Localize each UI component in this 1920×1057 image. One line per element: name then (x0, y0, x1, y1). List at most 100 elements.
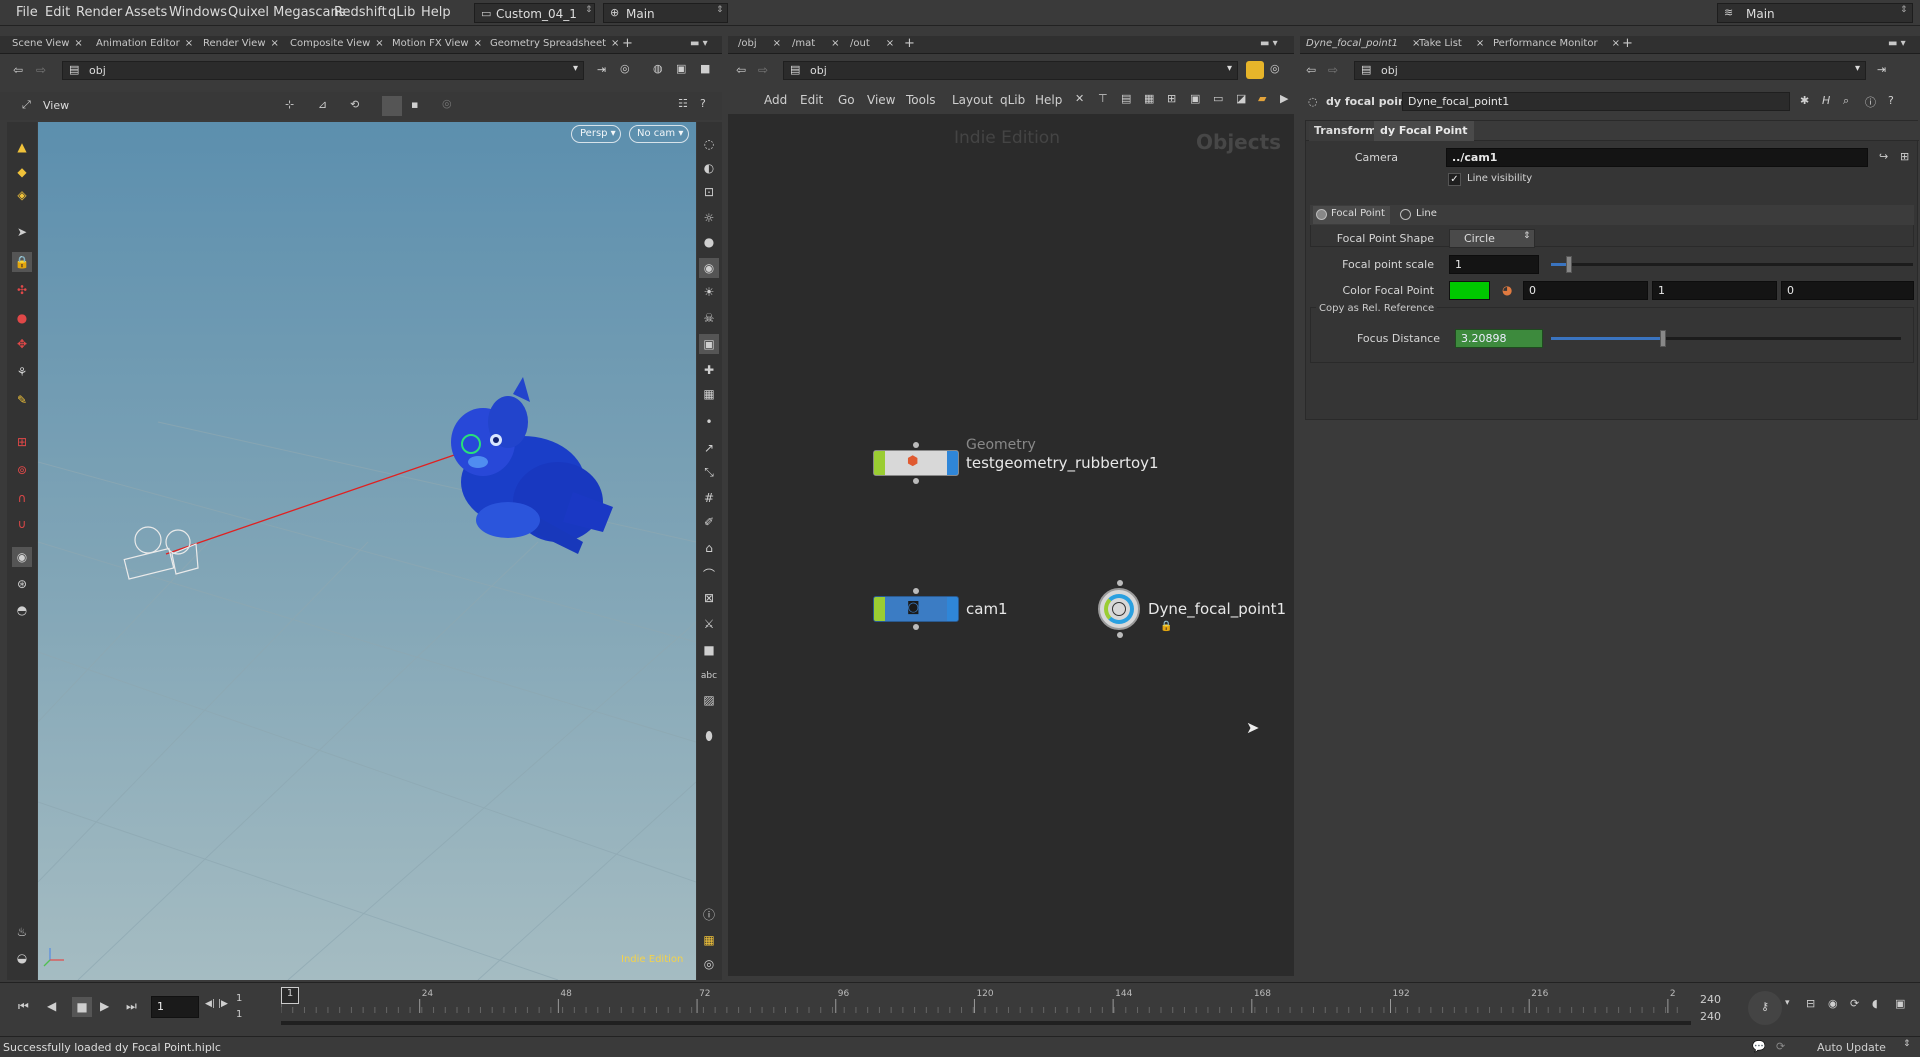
camera-view-icon[interactable]: ▣ (699, 334, 719, 354)
close-icon[interactable]: × (886, 38, 894, 49)
close-icon[interactable]: × (271, 38, 279, 49)
scale-slider-knob[interactable] (1566, 256, 1573, 273)
node-name-field[interactable]: Dyne_focal_point1 (1402, 92, 1790, 111)
back-icon[interactable]: ⇦ (1306, 63, 1316, 77)
back-icon[interactable]: ⇦ (13, 63, 23, 77)
color-g-field[interactable]: 1 (1652, 281, 1777, 300)
tab-render-view[interactable]: Render View × (203, 38, 279, 54)
add-tab-icon[interactable]: + (904, 36, 915, 52)
shade-icon[interactable]: ◉ (699, 258, 719, 278)
menu-assets[interactable]: Assets (125, 5, 167, 20)
jump-icon[interactable]: ↪ (1879, 150, 1888, 163)
net-menu-go[interactable]: Go (838, 93, 855, 107)
camera-lock-icon[interactable]: ▪ (411, 98, 418, 111)
pointer-icon[interactable]: ➤ (12, 222, 32, 242)
select-tool-icon[interactable]: ▲ (12, 137, 32, 157)
color-swatch[interactable] (1449, 281, 1490, 300)
node-name-label[interactable]: testgeometry_rubbertoy1 (966, 454, 1159, 472)
current-frame-field[interactable]: 1 (151, 996, 199, 1018)
desktop-selector[interactable]: ▭ Custom_04_1 ⇕ (474, 3, 595, 23)
snap-icon[interactable]: ⊹ (285, 98, 294, 111)
tab-performance-monitor[interactable]: Performance Monitor × (1493, 38, 1620, 54)
shading-icon[interactable]: ◍ (653, 62, 663, 75)
record-icon[interactable]: ◎ (442, 97, 452, 110)
sound-icon[interactable]: ◖ (1872, 997, 1878, 1010)
number-icon[interactable]: # (699, 488, 719, 508)
more-icon[interactable]: ▶ (1280, 92, 1288, 105)
snap-point-icon[interactable]: ∩ (12, 488, 32, 508)
rubber-toy-geometry[interactable] (451, 377, 613, 554)
info-icon[interactable]: ⓘ (1865, 94, 1876, 110)
move-tool-icon[interactable]: ◆ (12, 162, 32, 182)
tab-motion-fx-view[interactable]: Motion FX View × (392, 38, 482, 54)
add-tab-icon[interactable]: + (622, 36, 633, 52)
close-icon[interactable]: × (74, 38, 82, 49)
radio-line[interactable] (1400, 209, 1411, 220)
step-key-back-icon[interactable]: ◀| (205, 999, 215, 1009)
forward-icon[interactable]: ⇨ (36, 63, 46, 77)
gear-icon[interactable]: ✱ (1800, 94, 1809, 107)
search-icon[interactable]: ⌕ (1843, 94, 1849, 108)
stamp-icon[interactable]: ⌂ (699, 538, 719, 558)
wire-icon[interactable]: ◌ (699, 134, 719, 154)
sphere-icon[interactable]: ● (699, 232, 719, 252)
tab-mat[interactable]: /mat × (792, 38, 840, 54)
play-icon[interactable]: ▶ (100, 999, 109, 1013)
pane-menu-icon[interactable]: ▬ ▾ (1888, 38, 1906, 54)
dropdown-icon[interactable]: ▾ (1227, 63, 1232, 74)
camera-field[interactable]: ../cam1 (1446, 148, 1868, 167)
dolly-icon[interactable]: ⊛ (12, 574, 32, 594)
transform-icon[interactable]: ⊿ (318, 98, 327, 111)
close-icon[interactable]: × (831, 38, 839, 49)
folder-tab-dy-focal-point[interactable]: dy Focal Point (1374, 121, 1474, 141)
paint-icon[interactable]: ✎ (12, 390, 32, 410)
realtime-icon[interactable]: ◉ (1828, 997, 1838, 1010)
pose-tool-icon[interactable]: ⚘ (12, 362, 32, 382)
text-icon[interactable]: abc (699, 666, 719, 686)
persp-menu[interactable]: Persp ▾ (571, 125, 621, 143)
folder-tab-transform[interactable]: Transform (1309, 121, 1382, 141)
close-icon[interactable]: × (773, 38, 781, 49)
skull-icon[interactable]: ☠ (699, 308, 719, 328)
help-icon[interactable]: ? (1888, 94, 1894, 107)
output-port[interactable] (1117, 632, 1123, 638)
input-port[interactable] (1117, 580, 1123, 586)
scene-viewport[interactable]: Persp ▾ No cam ▾ Indie Edition (38, 122, 696, 980)
tab-take-list[interactable]: Take List × (1419, 38, 1484, 54)
node-name-label[interactable]: cam1 (966, 600, 1008, 618)
bounds-icon[interactable]: ⊠ (699, 588, 719, 608)
back-icon[interactable]: ⇦ (736, 63, 746, 77)
step-back-icon[interactable]: ◀ (47, 999, 56, 1013)
display-options-icon[interactable]: ☷ (678, 97, 688, 110)
render-icon[interactable]: ♨ (12, 922, 32, 942)
light-icon[interactable]: ◒ (12, 948, 32, 968)
key-icon[interactable]: ⚷ (1748, 991, 1782, 1025)
note-icon[interactable]: ▭ (1213, 92, 1223, 105)
right-desktop-selector[interactable]: ≋ Main ⇕ (1717, 3, 1913, 23)
background-icon[interactable]: ▨ (699, 690, 719, 710)
jump-end-icon[interactable]: ⏭ (126, 999, 137, 1014)
menu-render[interactable]: Render (76, 5, 122, 20)
node-cam1[interactable]: ◙ (873, 588, 959, 630)
lock-view-icon[interactable]: ⊡ (699, 182, 719, 202)
pane-menu-icon[interactable]: ▬ ▾ (1260, 38, 1278, 54)
range-start[interactable]: 1 (236, 993, 242, 1004)
link-icon[interactable]: ◎ (620, 62, 630, 75)
eye-icon[interactable]: ◎ (699, 954, 719, 974)
camera-tool-icon[interactable]: ◉ (12, 547, 32, 567)
menu-edit[interactable]: Edit (45, 5, 70, 20)
key-dropdown-icon[interactable]: ▾ (1785, 998, 1790, 1008)
cross-icon[interactable]: ✚ (699, 360, 719, 380)
close-icon[interactable]: × (611, 38, 619, 49)
menu-qlib[interactable]: qLib (388, 5, 415, 20)
net-menu-tools[interactable]: Tools (906, 93, 936, 107)
pose-icon[interactable]: ● (12, 308, 32, 328)
close-icon[interactable]: × (1476, 38, 1484, 49)
snap-grid-icon[interactable]: ⊞ (12, 432, 32, 452)
input-port[interactable] (913, 442, 919, 448)
dropdown-icon[interactable]: ▾ (573, 63, 578, 74)
context-selector[interactable]: ⊕ Main ⇕ (603, 3, 728, 23)
ghost-icon[interactable] (382, 96, 402, 116)
maximize-icon[interactable]: ■ (700, 62, 710, 75)
knife-icon[interactable]: ⚔ (699, 614, 719, 634)
